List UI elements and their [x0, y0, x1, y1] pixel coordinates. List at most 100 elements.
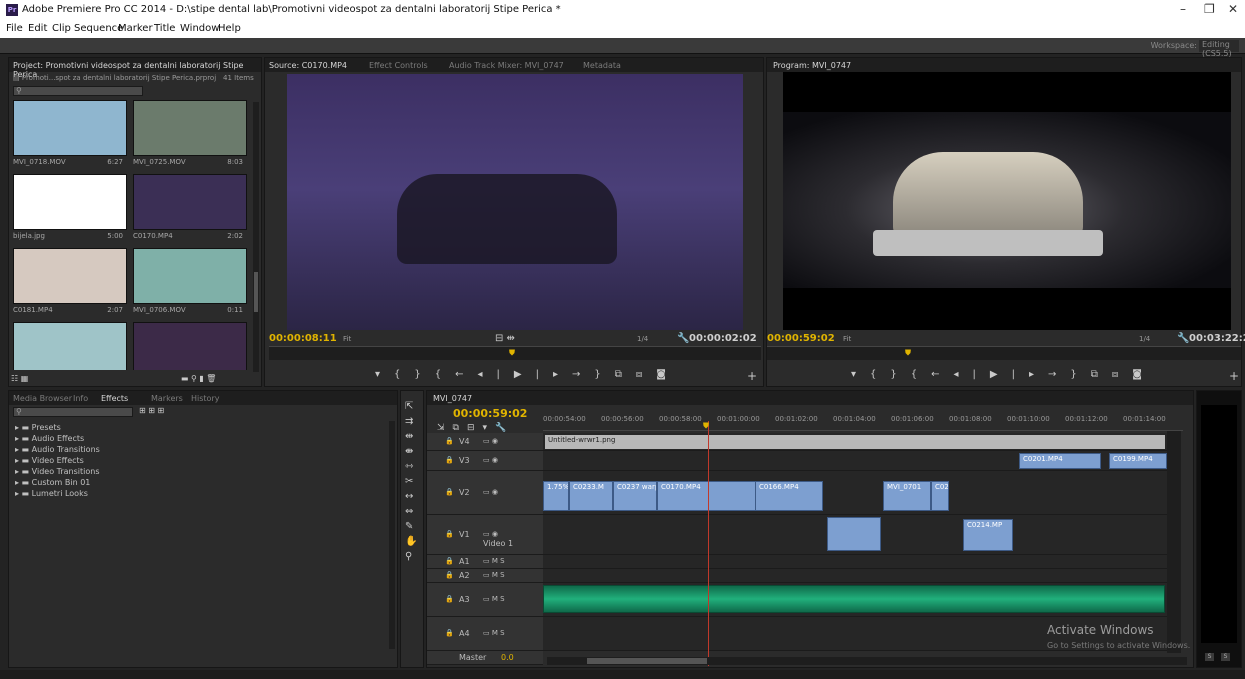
mark-in-icon[interactable]: { [870, 369, 890, 380]
program-add-button-icon[interactable]: + [1229, 369, 1239, 383]
effects-folder-item[interactable]: ▸ ▬ Presets [15, 423, 61, 432]
toggle-output-icon[interactable]: ▭ ◉ [483, 488, 498, 496]
lock-icon[interactable]: 🔒 [445, 437, 454, 445]
step-forward-icon[interactable]: |▸ [1012, 369, 1048, 380]
program-timecode-in[interactable]: 00:00:59:02 [767, 333, 835, 344]
timeline-playhead-line[interactable] [708, 421, 709, 666]
lock-icon[interactable]: 🔒 [445, 456, 454, 464]
tab-source[interactable]: Source: C0170.MP4 [269, 61, 347, 70]
timeline-clip[interactable]: C021 [931, 481, 949, 511]
tab-info[interactable]: Info [73, 394, 88, 403]
project-thumbnail-item[interactable]: C0181.MP4 2:07 [13, 248, 127, 318]
menu-edit[interactable]: Edit [28, 23, 47, 34]
project-thumbnail-item[interactable]: bijela.jpg 5:00 [13, 174, 127, 244]
track-header-master[interactable]: Master 0.0 [427, 651, 543, 665]
track-lane[interactable]: 1.75%] C0233.M C0237 warp C0170.MP4 C0166.MP… [543, 471, 1167, 515]
rolling-edit-tool-icon[interactable]: ⇼ [405, 444, 417, 459]
project-thumbnail-item[interactable]: MVI_0718.MOV 6:27 [13, 100, 127, 170]
ripple-edit-tool-icon[interactable]: ⇹ [405, 429, 417, 444]
program-wrench-icon[interactable]: 🔧 [1177, 333, 1189, 344]
snap-icon[interactable]: ⇲ [437, 423, 453, 433]
source-resolution-select[interactable]: 1/4 [637, 335, 648, 343]
timeline-clip[interactable]: C0166.MP4 [755, 481, 823, 511]
find-icon[interactable]: ⚲ [191, 374, 197, 383]
icon-view-icon[interactable]: ▦ [21, 374, 29, 383]
timeline-clip-title[interactable]: Untitled-wrwr1.png [545, 435, 1165, 449]
tab-audio-track-mixer[interactable]: Audio Track Mixer: MVI_0747 [449, 61, 564, 70]
rate-stretch-tool-icon[interactable]: ⇿ [405, 459, 417, 474]
tab-program[interactable]: Program: MVI_0747 [773, 61, 851, 70]
mute-solo-icons[interactable]: ▭ M S [483, 595, 505, 603]
zoom-tool-icon[interactable]: ⚲ [405, 549, 417, 564]
source-insert-icon[interactable]: ⊟ ⇹ [495, 333, 515, 344]
extract-icon[interactable]: ⧈ [1112, 369, 1132, 380]
timeline-clip[interactable]: 1.75%] [543, 481, 569, 511]
track-header-a3[interactable]: A3 🔒 ▭ M S [427, 583, 543, 617]
timeline-clip[interactable]: C0237 warp [613, 481, 657, 511]
export-frame-icon[interactable]: ◙ [656, 369, 680, 380]
timeline-clip[interactable]: C0201.MP4 [1019, 453, 1101, 469]
timeline-horizontal-scrollbar[interactable] [547, 657, 1187, 665]
marker-icon[interactable]: ▾ [851, 369, 870, 380]
go-to-in-icon[interactable]: {← [911, 369, 954, 380]
wrench-icon[interactable]: 🔧 [495, 423, 514, 433]
source-fit-select[interactable]: Fit [343, 335, 351, 343]
effects-folder-item[interactable]: ▸ ▬ Custom Bin 01 [15, 478, 90, 487]
master-volume-value[interactable]: 0.0 [501, 653, 514, 662]
mute-solo-icons[interactable]: ▭ M S [483, 557, 505, 565]
marker-icon[interactable]: ▾ [375, 369, 394, 380]
mute-solo-icons[interactable]: ▭ M S [483, 571, 505, 579]
track-lane[interactable]: Untitled-wrwr1.png [543, 433, 1167, 451]
project-thumbnail-item[interactable] [133, 322, 247, 370]
tab-media-browser[interactable]: Media Browser [13, 394, 72, 403]
insert-icon[interactable]: ⧉ [615, 369, 636, 380]
go-to-out-icon[interactable]: →} [572, 369, 615, 380]
track-header-a1[interactable]: A1 🔒 ▭ M S [427, 555, 543, 569]
step-forward-icon[interactable]: |▸ [536, 369, 572, 380]
lock-icon[interactable]: 🔒 [445, 530, 454, 538]
effects-search-input[interactable]: ⚲ [13, 407, 133, 417]
close-button[interactable]: ✕ [1228, 2, 1238, 16]
timeline-ruler[interactable]: 00:00:54:00 00:00:56:00 00:00:58:00 00:01:0… [543, 415, 1183, 431]
lock-icon[interactable]: 🔒 [445, 557, 454, 565]
lock-icon[interactable]: 🔒 [445, 595, 454, 603]
lift-icon[interactable]: ⧉ [1091, 369, 1112, 380]
tab-history[interactable]: History [191, 394, 219, 403]
timeline-clip[interactable] [827, 517, 881, 551]
marker-icon[interactable]: ▾ [483, 423, 496, 433]
track-lane[interactable] [543, 555, 1167, 569]
step-back-icon[interactable]: ◂| [478, 369, 514, 380]
step-back-icon[interactable]: ◂| [954, 369, 990, 380]
minimize-button[interactable]: – [1180, 2, 1186, 16]
project-scrollbar[interactable] [253, 102, 259, 372]
wrench-icon[interactable]: 🔧 [677, 333, 689, 344]
audio-waveform-clip[interactable] [543, 585, 1165, 613]
program-fit-select[interactable]: Fit [843, 335, 851, 343]
project-thumbnail-item[interactable] [13, 322, 127, 370]
timeline-clip[interactable]: C0214.MP [963, 519, 1013, 551]
delete-icon[interactable]: 🗑 [206, 374, 216, 383]
lock-icon[interactable]: 🔒 [445, 488, 454, 496]
timeline-timecode[interactable]: 00:00:59:02 [453, 407, 527, 420]
program-playhead-icon[interactable]: ⛊ [905, 348, 911, 358]
project-thumbnail-item[interactable]: C0170.MP4 2:02 [133, 174, 247, 244]
mark-out-icon[interactable]: } [890, 369, 910, 380]
track-lane[interactable] [543, 583, 1167, 617]
effects-scrollbar[interactable] [389, 421, 395, 649]
tab-effects[interactable]: Effects [101, 394, 128, 403]
restore-button[interactable]: ❐ [1204, 2, 1215, 16]
tab-sequence[interactable]: MVI_0747 [433, 394, 472, 403]
play-icon[interactable]: ▶ [514, 369, 536, 380]
toggle-output-icon[interactable]: ▭ ◉ [483, 530, 498, 538]
go-to-out-icon[interactable]: →} [1048, 369, 1091, 380]
project-thumbnail-item[interactable]: MVI_0725.MOV 8:03 [133, 100, 247, 170]
track-header-v2[interactable]: V2 🔒 ▭ ◉ [427, 471, 543, 515]
solo-left-button[interactable]: S [1205, 653, 1214, 661]
project-search-input[interactable]: ⚲ [13, 86, 143, 96]
add-button-icon[interactable]: + [747, 369, 757, 383]
toggle-output-icon[interactable]: ▭ ◉ [483, 456, 498, 464]
playhead-icon[interactable]: ⛊ [509, 348, 515, 358]
timeline-clip[interactable]: MVI_0701 [883, 481, 931, 511]
timeline-playhead-icon[interactable]: ⛊ [703, 421, 709, 431]
timeline-clip[interactable]: C0233.M [569, 481, 613, 511]
